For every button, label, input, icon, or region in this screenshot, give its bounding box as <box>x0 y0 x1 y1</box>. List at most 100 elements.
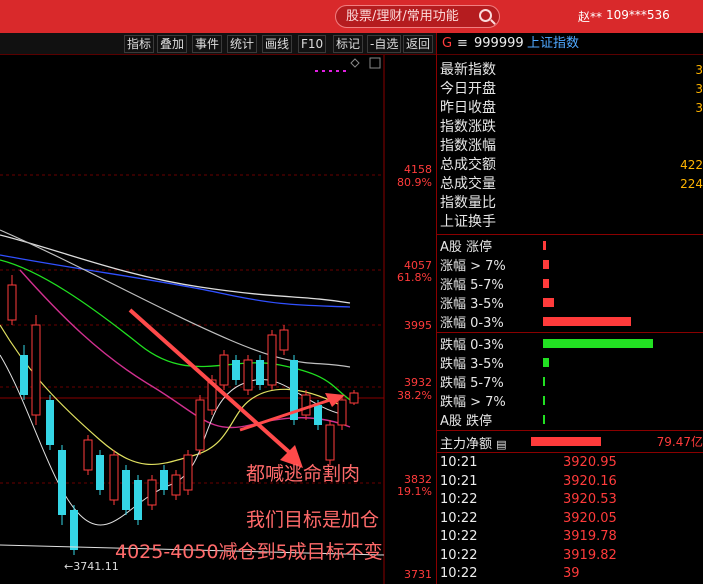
toolbar-drawline-button[interactable]: 画线 <box>262 35 293 53</box>
low-price-label: ←3741.11 <box>64 560 119 573</box>
toolbar-stats-button[interactable]: 统计 <box>227 35 258 53</box>
candle-body <box>20 355 28 395</box>
tick-time: 10:22 <box>440 529 478 544</box>
breadth-bar <box>543 260 549 269</box>
chart-toolbar: 指标 叠加 事件 统计 画线 F10 标记 -自选 返回 <box>0 33 436 55</box>
search-placeholder: 股票/理财/常用功能 <box>346 9 459 24</box>
tick-time: 10:21 <box>440 455 478 470</box>
breadth-bar <box>543 396 545 405</box>
candle-body <box>160 470 168 490</box>
annotation-text-3: 4025-4050减仓到5成目标不变 <box>115 541 383 563</box>
toolbar-indicator-button[interactable]: 指标 <box>124 35 155 53</box>
breadth-label: 跌幅 0-3% <box>440 338 504 353</box>
candle-body <box>183 454 193 491</box>
candle-body <box>195 399 205 451</box>
tick-time: 10:22 <box>440 510 478 526</box>
toolbar-watchlist-button[interactable]: -自选 <box>367 35 402 53</box>
quote-label: 今日开盘 <box>440 81 496 97</box>
breadth-label: 涨幅 > 7% <box>440 259 506 274</box>
candle-body <box>122 470 130 510</box>
tick-price: 3920.16 <box>563 473 617 489</box>
breadth-bar <box>543 358 549 367</box>
annotation-text-1: 都喊逃命割肉 <box>246 463 361 485</box>
breadth-bar <box>543 241 547 250</box>
price-label-3731: 3731 <box>404 568 432 581</box>
candle-body <box>58 450 66 515</box>
tick-price: 3920.53 <box>563 492 617 507</box>
search-input[interactable]: 股票/理财/常用功能 <box>335 5 500 28</box>
candle-body <box>171 474 181 496</box>
quote-value: 3 <box>695 82 703 96</box>
breadth-bar <box>543 317 631 326</box>
user-id[interactable]: 109***536 <box>606 8 670 22</box>
title-bar: 股票/理财/常用功能 赵** 109***536 <box>0 0 703 33</box>
search-icon[interactable] <box>479 9 492 22</box>
quote-value: 3 <box>695 101 703 115</box>
separator-ticks <box>437 452 703 453</box>
quote-label: 指数量比 <box>440 195 496 211</box>
candle-body <box>219 354 229 386</box>
candle-body <box>314 405 322 425</box>
magenta-dots <box>315 70 346 72</box>
capital-flow-icon: ▤ <box>496 438 507 451</box>
candle-body <box>256 360 264 385</box>
price-label-4158: 4158 <box>404 163 432 176</box>
menu-icon[interactable]: ≡ <box>457 33 468 55</box>
capital-flow-bar <box>531 437 601 446</box>
toolbar-event-button[interactable]: 事件 <box>192 35 223 53</box>
breadth-bar <box>543 415 545 424</box>
tick-time: 10:22 <box>440 547 478 563</box>
breadth-bar <box>543 298 554 307</box>
quote-label: 指数涨跌 <box>440 119 496 135</box>
annotation-text-2: 我们目标是加仓 <box>246 509 380 531</box>
capital-flow-value: 79.47亿 <box>656 435 703 449</box>
stock-code: 999999 <box>474 36 524 51</box>
separator-breadth <box>437 234 703 235</box>
diamond-icon <box>350 58 360 68</box>
pct-label-191: 19.1% <box>397 485 432 498</box>
tick-time: 10:21 <box>440 473 478 489</box>
tick-price: 3920.95 <box>563 455 617 470</box>
quote-label: 指数涨幅 <box>440 138 496 154</box>
candle-body <box>134 480 142 520</box>
candle-body <box>337 399 347 426</box>
quote-value: 422 <box>680 158 703 172</box>
breadth-label: 跌幅 3-5% <box>440 357 504 372</box>
quote-label: 总成交额 <box>440 157 496 173</box>
candle-body <box>31 324 41 416</box>
stock-name: 上证指数 <box>527 36 580 51</box>
quote-header: G ≡ 999999 上证指数 <box>437 33 703 55</box>
quote-label: 总成交量 <box>440 176 496 192</box>
pct-label-618: 61.8% <box>397 271 432 284</box>
pct-label-382: 38.2% <box>397 389 432 402</box>
toolbar-back-button[interactable]: 返回 <box>403 35 434 53</box>
candle-body <box>46 400 54 445</box>
toolbar-mark-button[interactable]: 标记 <box>333 35 364 53</box>
candle-body <box>267 334 277 386</box>
breadth-label: 涨幅 0-3% <box>440 316 504 331</box>
toolbar-overlay-button[interactable]: 叠加 <box>157 35 188 53</box>
window-icon <box>369 57 381 69</box>
tick-time: 10:22 <box>440 492 478 507</box>
toolbar-f10-button[interactable]: F10 <box>298 35 327 53</box>
tick-time: 10:22 <box>440 566 478 581</box>
ma-blue-line <box>0 254 351 308</box>
candle-body <box>232 360 240 380</box>
user-name[interactable]: 赵** <box>578 8 602 25</box>
candle-body <box>349 392 359 404</box>
candle-body <box>109 454 119 501</box>
ma-white-line <box>0 234 351 304</box>
breadth-label: 涨幅 5-7% <box>440 278 504 293</box>
breadth-label: A股 跌停 <box>440 414 493 429</box>
separator-flow <box>437 430 703 431</box>
quote-label: 最新指数 <box>440 62 496 78</box>
tick-price: 3919.82 <box>563 547 617 563</box>
capital-flow-label: 主力净额 ▤ <box>440 437 507 452</box>
quote-panel: G ≡ 999999 上证指数 最新指数 3 今日开盘 3 昨日收盘 3 指数涨跌 指数涨幅总… <box>436 33 703 584</box>
candle-body <box>7 284 17 321</box>
kline-chart[interactable]: 4158 80.9% 4057 61.8% 3995 3932 38.2% 38… <box>0 55 436 584</box>
quote-label: 昨日收盘 <box>440 100 496 116</box>
candle-body <box>70 510 78 550</box>
candle-body <box>96 455 104 490</box>
group-marker[interactable]: G <box>442 33 452 55</box>
